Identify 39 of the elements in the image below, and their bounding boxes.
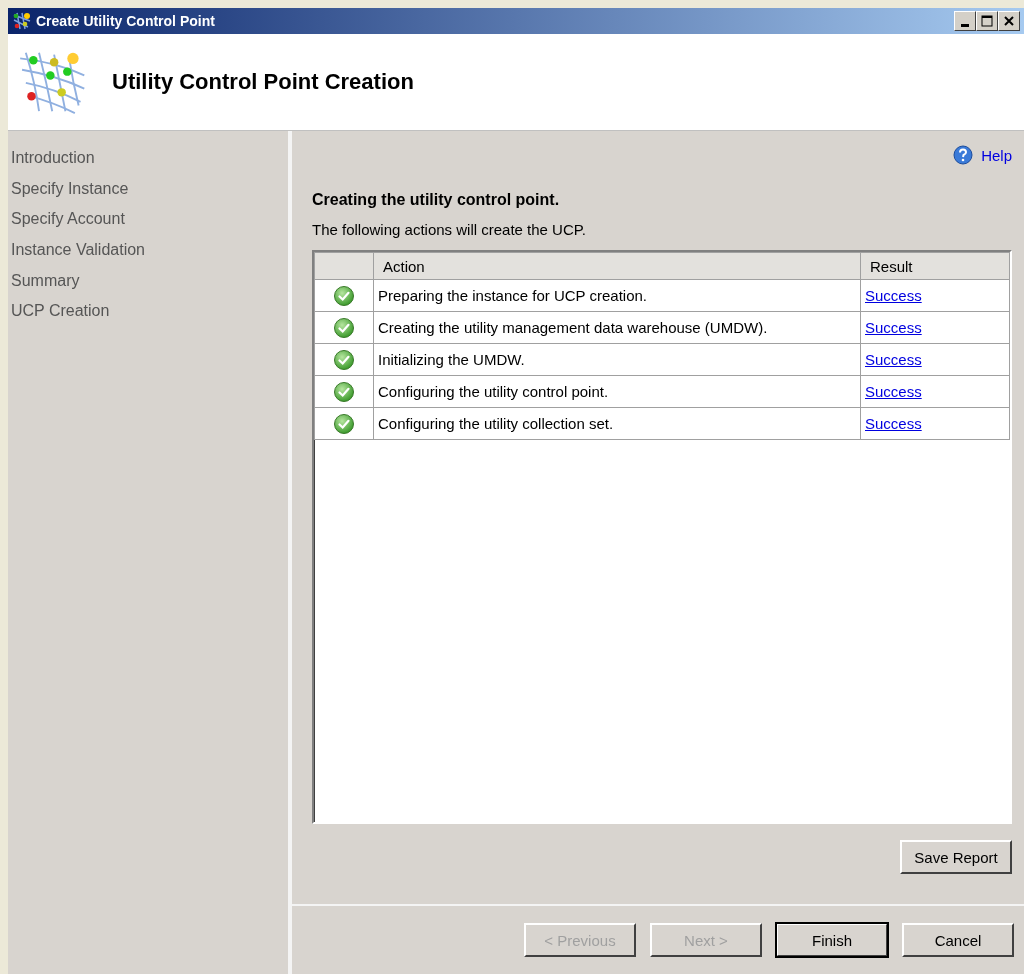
check-icon	[334, 317, 354, 338]
result-link[interactable]: Success	[865, 383, 922, 400]
check-icon	[334, 285, 354, 306]
check-icon	[334, 413, 354, 434]
column-header[interactable]: Action	[373, 252, 861, 280]
minimize-icon	[961, 23, 969, 27]
table-cell: Configuring the utility control point.	[373, 375, 861, 408]
result-link[interactable]: Success	[865, 415, 922, 432]
sidebar-item[interactable]: Introduction	[8, 143, 288, 174]
wizard-button[interactable]: Cancel	[902, 923, 1014, 957]
app-icon	[12, 11, 32, 31]
column-header[interactable]: Result	[860, 252, 1010, 280]
close-icon	[1003, 15, 1015, 27]
check-icon	[334, 349, 354, 370]
table-cell: Initializing the UMDW.	[373, 343, 861, 376]
save-report-button[interactable]: Save Report	[900, 840, 1012, 874]
help-link[interactable]: Help	[981, 146, 1012, 164]
sidebar-item[interactable]: UCP Creation	[8, 296, 288, 328]
page-title: Utility Control Point Creation	[112, 69, 414, 95]
minimize-button[interactable]	[954, 11, 976, 31]
table-cell: Creating the utility management data warehouse (UMDW).	[373, 311, 861, 344]
maximize-icon	[981, 15, 993, 27]
help-icon	[953, 145, 974, 165]
sidebar-item[interactable]: Summary	[8, 265, 288, 297]
table-cell: Configuring the utility collection set.	[373, 407, 861, 440]
description-text: The following actions will create the UCP.	[312, 221, 588, 238]
maximize-button[interactable]	[976, 11, 998, 31]
sidebar-item[interactable]: Specify Account	[8, 204, 288, 236]
sidebar-item[interactable]: Instance Validation	[8, 235, 288, 266]
sidebar-item[interactable]: Specify Instance	[8, 173, 288, 205]
window-title: Create Utility Control Point	[36, 13, 216, 29]
result-link[interactable]: Success	[865, 287, 922, 304]
result-link[interactable]: Success	[865, 319, 922, 336]
close-button[interactable]	[998, 11, 1020, 31]
result-link[interactable]: Success	[865, 351, 922, 368]
wizard-button[interactable]: Finish	[776, 923, 888, 957]
section-heading: Creating the utility control point.	[312, 191, 561, 209]
check-icon	[334, 381, 354, 402]
table-cell: Preparing the instance for UCP creation.	[373, 279, 861, 312]
